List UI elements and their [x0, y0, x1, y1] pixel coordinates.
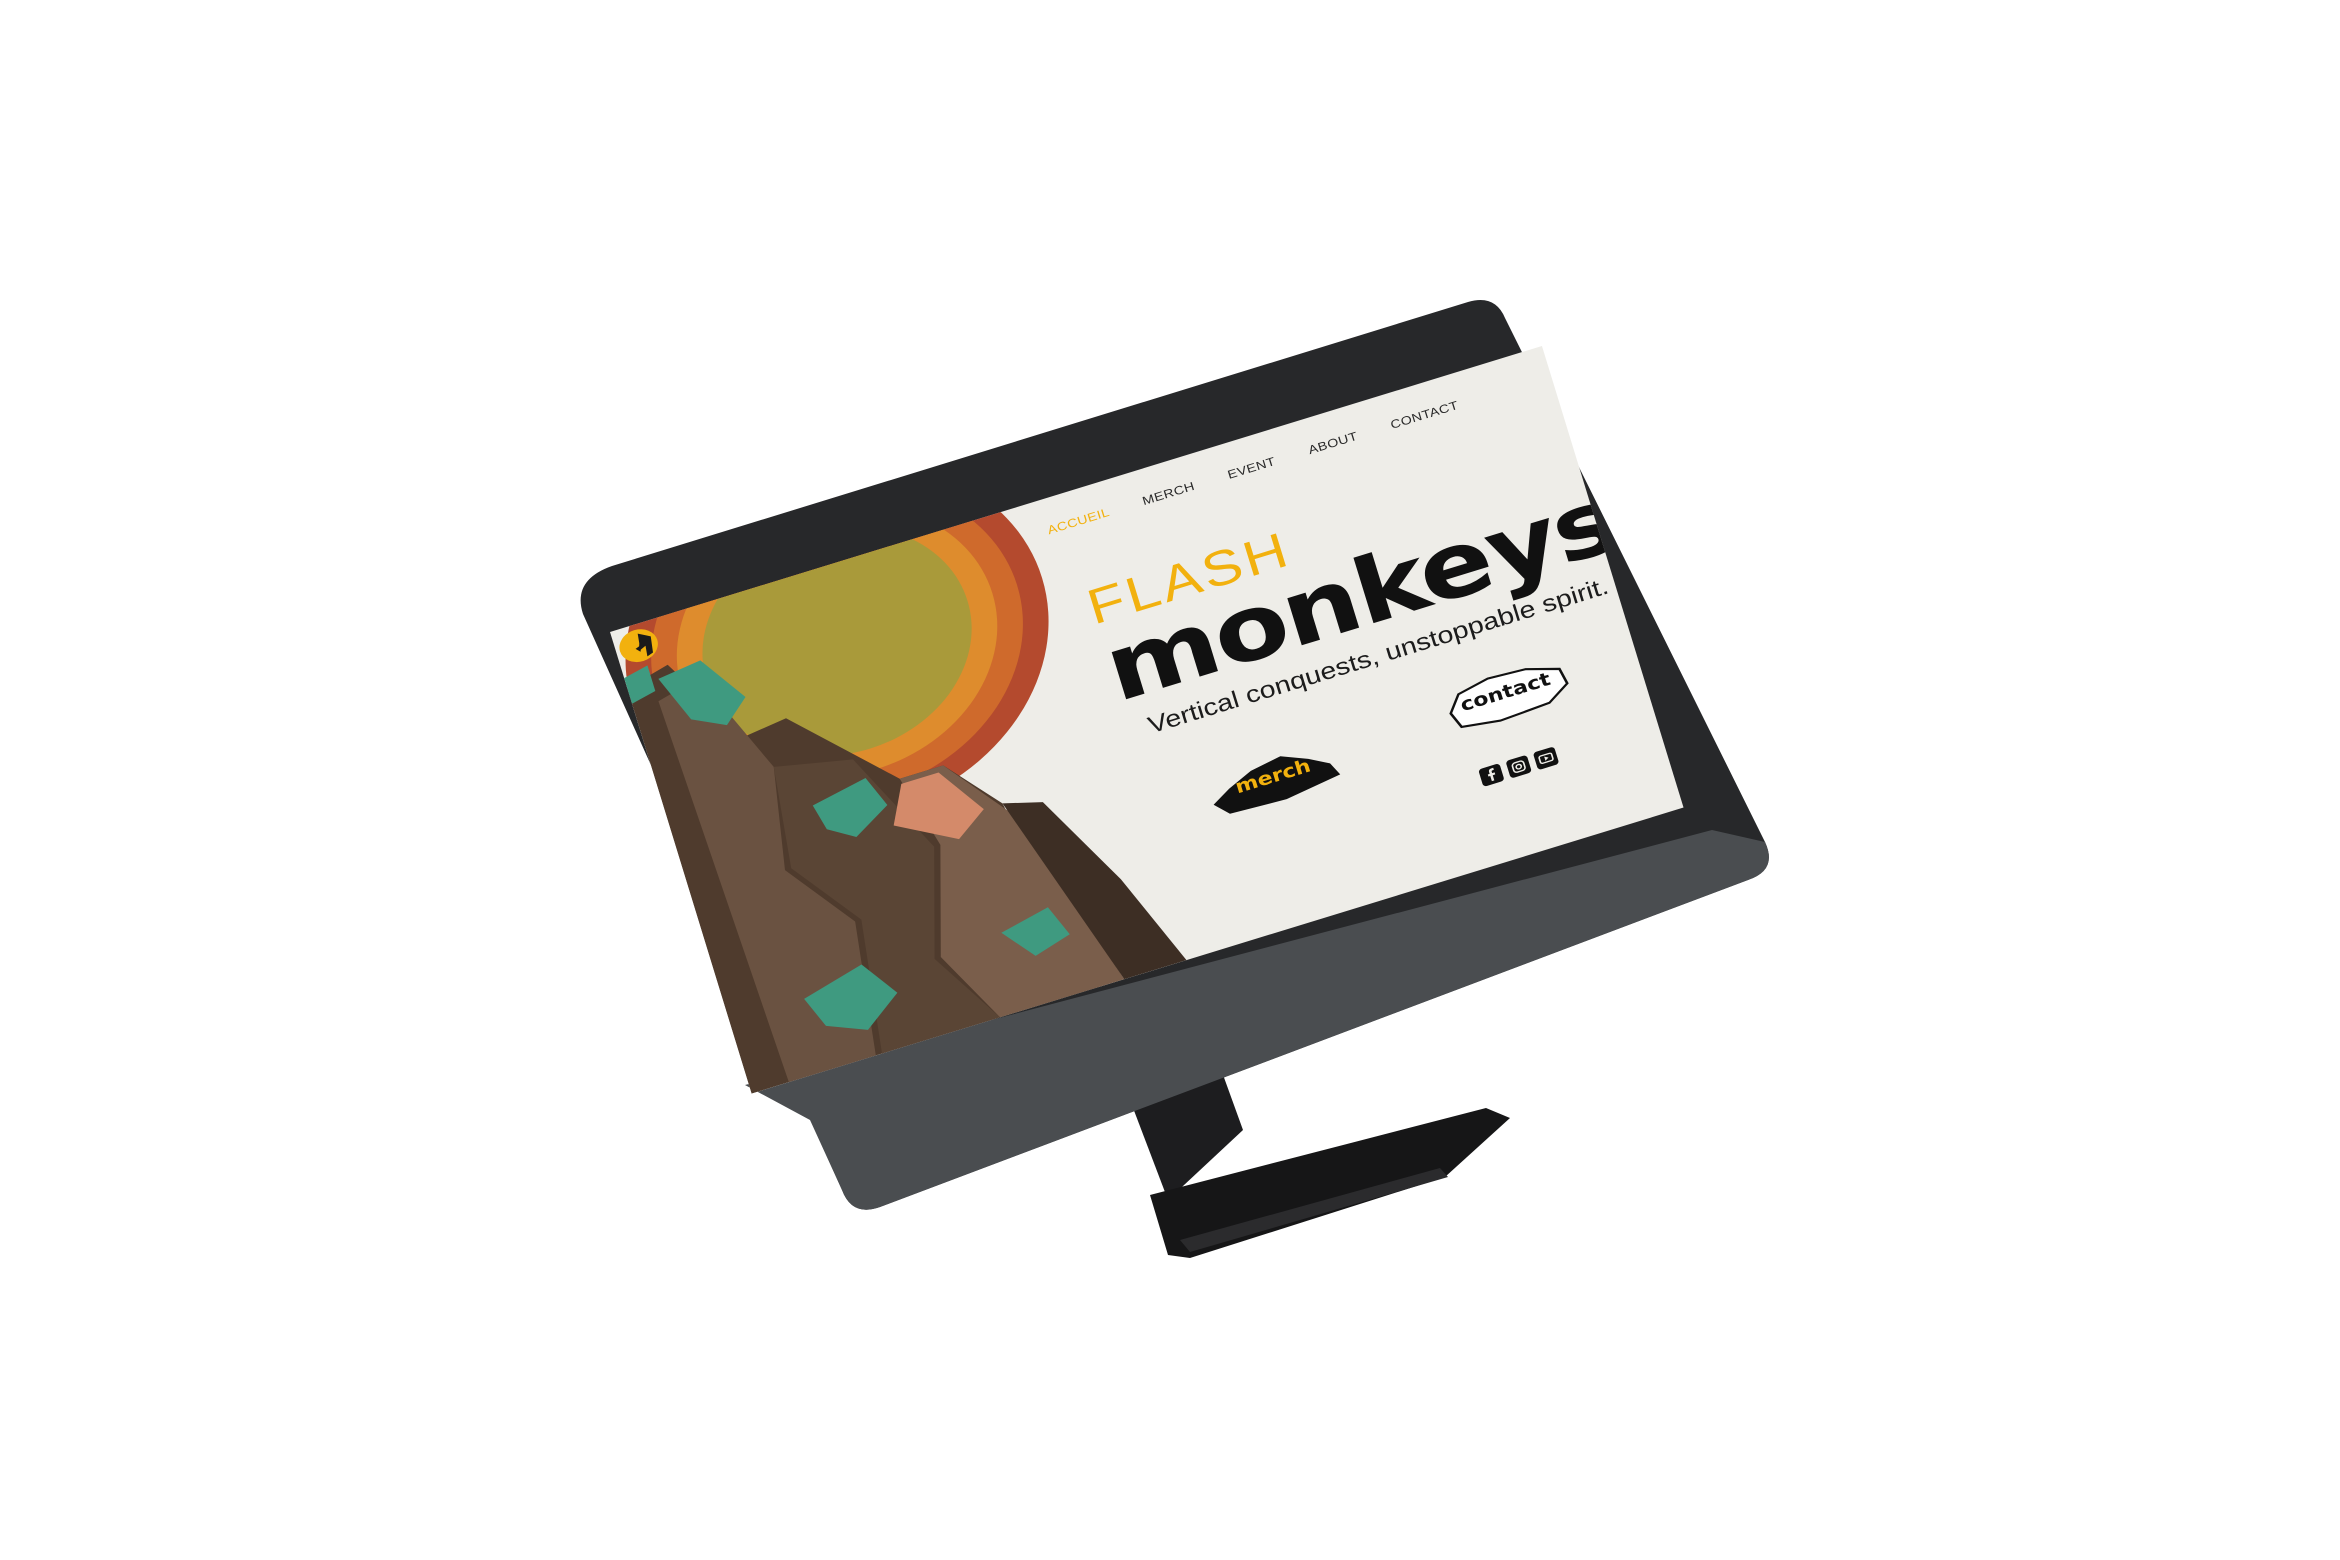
- mockup-scene: ACCUEIL MERCH EVENT ABOUT CONTACT FLASH …: [0, 0, 2340, 1560]
